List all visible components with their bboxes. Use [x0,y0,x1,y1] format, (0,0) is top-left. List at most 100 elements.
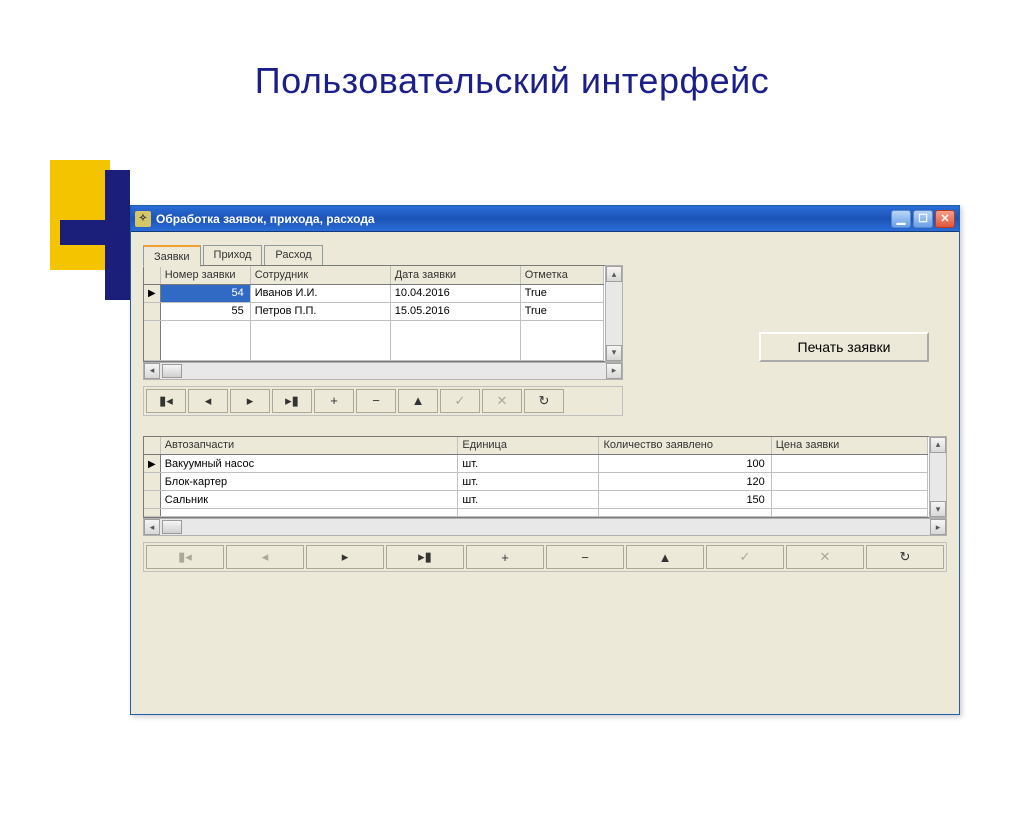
table-row[interactable]: Сальник шт. 150 [144,491,928,509]
cell-date[interactable]: 15.05.2016 [390,302,520,320]
titlebar[interactable]: ✧ Обработка заявок, прихода, расхода ▁ ☐… [131,206,959,232]
cell-qty[interactable]: 150 [599,491,771,509]
nav-prev-button[interactable]: ◂ [226,545,304,569]
close-button[interactable]: ✕ [935,210,955,228]
nav-next-button[interactable]: ▸ [230,389,270,413]
bottom-grid-vscroll[interactable]: ▴ ▾ [929,436,947,519]
indicator-header [144,437,160,455]
scroll-track[interactable] [606,282,622,345]
nav-first-button[interactable]: ▮◂ [146,389,186,413]
cell-employee[interactable]: Иванов И.И. [250,284,390,302]
nav-refresh-button[interactable]: ↻ [866,545,944,569]
table-row[interactable]: 55 Петров П.П. 15.05.2016 True [144,302,604,320]
last-icon: ▸▮ [418,549,432,565]
top-grid-wrap: Номер заявки Сотрудник Дата заявки Отмет… [143,265,623,380]
next-icon: ▸ [247,393,254,409]
cell-unit[interactable]: шт. [458,491,599,509]
bottom-grid-header-row: Автозапчасти Единица Количество заявлено… [144,437,928,455]
nav-first-button[interactable]: ▮◂ [146,545,224,569]
scroll-left-icon[interactable]: ◂ [144,363,160,379]
top-grid[interactable]: Номер заявки Сотрудник Дата заявки Отмет… [143,265,623,362]
scroll-left-icon[interactable]: ◂ [144,519,160,535]
cell-num[interactable]: 54 [160,284,250,302]
cell-part[interactable]: Блок-картер [160,473,458,491]
cell-num[interactable]: 55 [160,302,250,320]
nav-insert-button[interactable]: + [466,545,544,569]
cell-price[interactable] [771,473,927,491]
scroll-up-icon[interactable]: ▴ [606,266,622,282]
scroll-right-icon[interactable]: ▸ [606,363,622,379]
scroll-track[interactable] [182,519,930,535]
nav-next-button[interactable]: ▸ [306,545,384,569]
nav-cancel-button[interactable]: ✕ [786,545,864,569]
col-mark[interactable]: Отметка [520,266,603,284]
cell-date[interactable]: 10.04.2016 [390,284,520,302]
scroll-track[interactable] [182,363,606,379]
tab-income[interactable]: Приход [203,245,263,266]
table-row[interactable]: ▶ 54 Иванов И.И. 10.04.2016 True [144,284,604,302]
nav-post-button[interactable]: ✓ [440,389,480,413]
col-request-num[interactable]: Номер заявки [160,266,250,284]
print-request-button[interactable]: Печать заявки [759,332,929,362]
nav-last-button[interactable]: ▸▮ [386,545,464,569]
tab-expense[interactable]: Расход [264,245,322,266]
scroll-down-icon[interactable]: ▾ [930,501,946,517]
tab-requests[interactable]: Заявки [143,245,201,267]
cell-part[interactable]: Сальник [160,491,458,509]
bottom-navigator: ▮◂ ◂ ▸ ▸▮ + − ▲ ✓ ✕ ↻ [143,542,947,572]
col-price[interactable]: Цена заявки [771,437,927,455]
cell-unit[interactable]: шт. [458,473,599,491]
first-icon: ▮◂ [159,393,173,409]
col-date[interactable]: Дата заявки [390,266,520,284]
bottom-grid[interactable]: Автозапчасти Единица Количество заявлено… [143,436,947,519]
cell-part[interactable]: Вакуумный насос [160,455,458,473]
cell-price[interactable] [771,491,927,509]
nav-cancel-button[interactable]: ✕ [482,389,522,413]
col-qty[interactable]: Количество заявлено [599,437,771,455]
minimize-button[interactable]: ▁ [891,210,911,228]
nav-last-button[interactable]: ▸▮ [272,389,312,413]
nav-edit-button[interactable]: ▲ [626,545,704,569]
nav-delete-button[interactable]: − [356,389,396,413]
scroll-track[interactable] [930,453,946,502]
nav-insert-button[interactable]: + [314,389,354,413]
scroll-up-icon[interactable]: ▴ [930,437,946,453]
grid-filler [144,509,928,517]
first-icon: ▮◂ [178,549,192,565]
nav-refresh-button[interactable]: ↻ [524,389,564,413]
cell-employee[interactable]: Петров П.П. [250,302,390,320]
scroll-down-icon[interactable]: ▾ [606,345,622,361]
grid-filler [144,320,604,360]
cell-mark[interactable]: True [520,284,603,302]
cell-price[interactable] [771,455,927,473]
col-part[interactable]: Автозапчасти [160,437,458,455]
cell-qty[interactable]: 100 [599,455,771,473]
prev-icon: ◂ [205,393,212,409]
cell-qty[interactable]: 120 [599,473,771,491]
top-grid-hscroll[interactable]: ◂ ▸ [143,362,623,380]
col-employee[interactable]: Сотрудник [250,266,390,284]
top-grid-vscroll[interactable]: ▴ ▾ [605,265,623,362]
slide-title: Пользовательский интерфейс [0,60,1024,102]
table-row[interactable]: Блок-картер шт. 120 [144,473,928,491]
nav-edit-button[interactable]: ▲ [398,389,438,413]
scroll-thumb[interactable] [162,520,182,534]
slide-decoration-blue-v [105,170,130,300]
col-unit[interactable]: Единица [458,437,599,455]
nav-prev-button[interactable]: ◂ [188,389,228,413]
application-window: ✧ Обработка заявок, прихода, расхода ▁ ☐… [130,205,960,715]
cell-mark[interactable]: True [520,302,603,320]
cell-unit[interactable]: шт. [458,455,599,473]
bottom-grid-wrap: Автозапчасти Единица Количество заявлено… [143,436,947,537]
tab-bar: Заявки Приход Расход [143,245,947,266]
scroll-right-icon[interactable]: ▸ [930,519,946,535]
prev-icon: ◂ [262,549,269,565]
table-row[interactable]: ▶ Вакуумный насос шт. 100 [144,455,928,473]
top-grid-header-row: Номер заявки Сотрудник Дата заявки Отмет… [144,266,604,284]
maximize-button[interactable]: ☐ [913,210,933,228]
app-icon: ✧ [135,211,151,227]
scroll-thumb[interactable] [162,364,182,378]
nav-delete-button[interactable]: − [546,545,624,569]
nav-post-button[interactable]: ✓ [706,545,784,569]
bottom-grid-hscroll[interactable]: ◂ ▸ [143,518,947,536]
